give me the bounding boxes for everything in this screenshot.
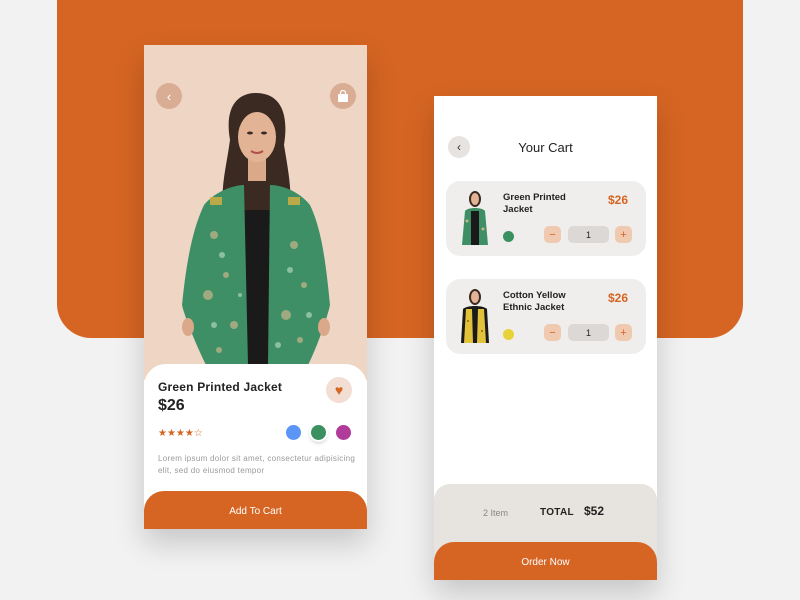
back-button[interactable]: ‹ bbox=[156, 83, 182, 109]
cart-title: Your Cart bbox=[518, 140, 573, 155]
heart-icon: ♥ bbox=[334, 382, 344, 398]
increase-quantity-button[interactable]: + bbox=[615, 324, 632, 341]
chevron-left-icon: ‹ bbox=[166, 88, 172, 104]
decrease-quantity-button[interactable]: − bbox=[544, 324, 561, 341]
add-to-cart-button[interactable]: Add To Cart bbox=[144, 491, 367, 529]
cart-item-name: Cotton Yellow Ethnic Jacket bbox=[503, 290, 566, 313]
color-swatch-green[interactable] bbox=[311, 425, 326, 440]
cart-item: Green Printed Jacket $26 − 1 + bbox=[446, 181, 646, 256]
cart-item-thumbnail bbox=[461, 289, 489, 343]
color-swatch-blue[interactable] bbox=[286, 425, 301, 440]
decrease-quantity-button[interactable]: − bbox=[544, 226, 561, 243]
cart-item-thumbnail bbox=[462, 191, 488, 245]
cart-item-price: $26 bbox=[608, 291, 629, 305]
product-price: $26 bbox=[158, 397, 185, 414]
cart-screen: ‹ Your Cart Green Printed Jacket $26 − 1… bbox=[434, 96, 657, 580]
product-title: Green Printed Jacket bbox=[158, 380, 283, 394]
product-screen: ‹ Green Printed Jacket $26 ♥ ★★★★☆ Lorem… bbox=[144, 45, 367, 529]
product-image: ‹ bbox=[144, 45, 367, 380]
rating-stars: ★★★★☆ bbox=[158, 428, 203, 439]
product-description: Lorem ipsum dolor sit amet, consectetur … bbox=[158, 454, 356, 475]
cart-item: Cotton Yellow Ethnic Jacket $26 − 1 + bbox=[446, 279, 646, 354]
quantity-value: 1 bbox=[568, 226, 609, 243]
order-now-button[interactable]: Order Now bbox=[434, 542, 657, 580]
cart-item-name: Green Printed Jacket bbox=[503, 192, 566, 215]
cart-item-color-dot bbox=[503, 231, 514, 242]
color-swatch-purple[interactable] bbox=[336, 425, 351, 440]
cart-item-price: $26 bbox=[608, 193, 629, 207]
cart-item-color-dot bbox=[503, 329, 514, 340]
shopping-bag-button[interactable] bbox=[330, 83, 356, 109]
favorite-button[interactable]: ♥ bbox=[326, 377, 352, 403]
item-count: 2 Item bbox=[483, 508, 509, 518]
shopping-bag-icon bbox=[338, 89, 348, 102]
total-value: $52 bbox=[584, 504, 605, 518]
total-label: TOTAL bbox=[540, 507, 574, 518]
increase-quantity-button[interactable]: + bbox=[615, 226, 632, 243]
quantity-value: 1 bbox=[568, 324, 609, 341]
